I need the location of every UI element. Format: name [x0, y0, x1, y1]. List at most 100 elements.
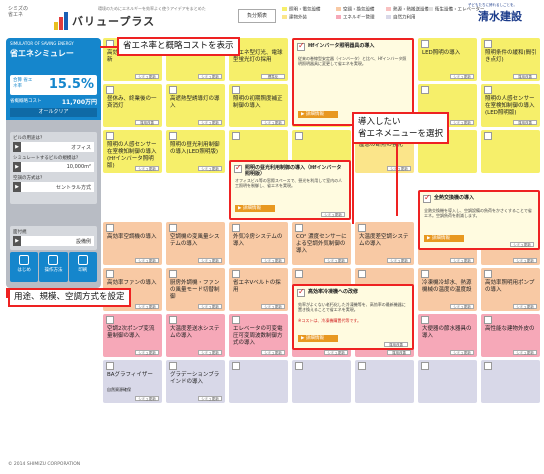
measure-checkbox[interactable]: [295, 132, 303, 140]
detail-info-button[interactable]: ▶ 詳細情報: [298, 111, 338, 118]
measure-checkbox[interactable]: [358, 270, 366, 278]
measure-tile[interactable]: 高効率照明用ポンプの導入 シミュ更新: [481, 268, 540, 311]
measure-tag: シミュ更新: [450, 304, 474, 309]
measure-checkbox[interactable]: [169, 132, 177, 140]
measure-checkbox[interactable]: [484, 362, 492, 370]
measure-tile[interactable]: 大便器の節水器具の導入 シミュ更新: [418, 314, 477, 357]
measure-checkbox[interactable]: [484, 86, 492, 94]
measure-checkbox[interactable]: [106, 316, 114, 324]
measure-label: 高効率ファンの導入: [107, 280, 157, 286]
measure-checkbox[interactable]: [421, 316, 429, 324]
measure-checkbox[interactable]: [106, 86, 114, 94]
callout-pointer: [100, 46, 118, 48]
measure-tile[interactable]: CO² 濃度センサーによる空調外気制御の導入 シミュ更新: [292, 222, 351, 265]
measure-tile-empty[interactable]: [355, 360, 414, 403]
measure-checkbox[interactable]: [484, 40, 492, 48]
measure-tag: シミュ更新: [450, 350, 474, 355]
measure-checkbox[interactable]: [232, 316, 240, 324]
measure-tile[interactable]: 照明条件の緩和(間引き点灯) 運用改善: [481, 38, 540, 81]
detail-info-button[interactable]: ▶ 詳細情報: [235, 205, 275, 212]
measure-detail-card[interactable]: 照明の昼光利用制御の導入（Hfインバータ照明版）オフィスビル等の窓際スペースで、…: [229, 160, 351, 220]
measure-tile[interactable]: 省エネVベルトの採用 シミュ更新: [229, 268, 288, 311]
measure-tile[interactable]: エレベータの可変電圧可変周波数制御方式の導入 シミュ更新: [229, 314, 288, 357]
measure-detail-title: Hfインバータ照明器具の導入: [308, 43, 375, 49]
measure-checkbox[interactable]: [295, 224, 303, 232]
measure-tile[interactable]: 空調機の変風量システムの導入 シミュ更新: [166, 222, 225, 265]
measure-tile-empty[interactable]: [481, 360, 540, 403]
measure-checkbox[interactable]: [295, 362, 303, 370]
legend-label: 負分類表: [238, 9, 276, 23]
measure-tile[interactable]: 昼休み、終業後の一斉消灯 運用改善: [103, 84, 162, 127]
measure-checkbox[interactable]: [358, 224, 366, 232]
legend-item: 建物外装: [282, 15, 307, 22]
measure-tile-empty[interactable]: [229, 360, 288, 403]
measure-checkbox[interactable]: [169, 224, 177, 232]
measure-checkbox[interactable]: [232, 224, 240, 232]
measure-checkbox[interactable]: [232, 270, 240, 278]
measure-checkbox[interactable]: [232, 132, 240, 140]
measure-detail-desc: 従来の巻線型安定器（インバータ）と比べ、Hfインバータ照明照明器具に変更して省エ…: [298, 56, 407, 66]
measure-checkbox[interactable]: [484, 270, 492, 278]
measure-checkbox[interactable]: [106, 270, 114, 278]
measure-label: 照明の昼光利用制御の導入(LED照明版): [170, 142, 220, 155]
measure-checkbox[interactable]: [169, 316, 177, 324]
measure-tile-empty[interactable]: [418, 360, 477, 403]
measure-checkbox[interactable]: [484, 132, 492, 140]
measure-tile[interactable]: グラデーションブラインドの導入 シミュ更新: [166, 360, 225, 403]
brand-logo[interactable]: 清水建設: [478, 8, 522, 24]
start-button[interactable]: はじめ: [10, 252, 39, 282]
all-clear-button[interactable]: オールクリア: [10, 108, 97, 117]
measure-tile[interactable]: 大温度差空調システムの導入 シミュ更新: [355, 222, 414, 265]
header: シミズの 省エネ 環境のためにエネルギーを効率よく使うアイデアをまとめた バリュー…: [0, 0, 544, 38]
measure-tile[interactable]: 高効率空調機の導入 シミュ更新: [103, 222, 162, 265]
measure-checkbox[interactable]: [169, 270, 177, 278]
measure-detail-card[interactable]: 全熱交換機の導入全熱交換機を導入し、空調設備の負荷をかさくすることで省エネ。空調…: [418, 190, 540, 250]
measure-tile[interactable]: 空調2次ポンプ変流量制御の導入 シミュ更新: [103, 314, 162, 357]
measure-checkbox[interactable]: [358, 362, 366, 370]
measure-tile[interactable]: 厨房外調機・ファンの風量モード切替制御 シミュ更新: [166, 268, 225, 311]
measure-checkbox[interactable]: [421, 40, 429, 48]
measure-detail-card[interactable]: 高効率冷凍機への改修効率がよくない老朽化した冷凍機等を、高効率の最新機器に置き換…: [292, 284, 414, 350]
equipment-select[interactable]: ▶ 設備例: [13, 236, 94, 246]
measure-tile[interactable]: 外気冷房システムの導入 シミュ更新: [229, 222, 288, 265]
measure-tag: 運用改善: [384, 342, 408, 347]
measure-checkbox[interactable]: [169, 362, 177, 370]
detail-info-button[interactable]: ▶ 詳細情報: [424, 235, 464, 242]
measure-grid: 高効率変圧器への更新シミュ更新照明器具の高効率化シミュ更新省エネ型灯光、電球型蛍…: [103, 38, 540, 458]
detail-info-button[interactable]: ▶ 詳細情報: [298, 335, 338, 342]
measure-tile[interactable]: 高遮熱型誘導灯の導入 シミュ更新: [166, 84, 225, 127]
measure-tile-empty[interactable]: [481, 130, 540, 173]
print-button[interactable]: 印刷: [68, 252, 97, 282]
measure-checkbox[interactable]: [106, 224, 114, 232]
measure-tile[interactable]: 照明の人感センサー在室検知制御の導入(LED照明版) 運用改善: [481, 84, 540, 127]
measure-checkbox[interactable]: [421, 86, 429, 94]
measure-checkbox[interactable]: [484, 316, 492, 324]
howto-button[interactable]: 操作方法: [39, 252, 68, 282]
measure-tile[interactable]: 照明の初期照度補正制御の導入 シミュ更新: [229, 84, 288, 127]
measure-checkbox[interactable]: [423, 193, 431, 203]
measure-tile[interactable]: 高性能な建物外皮の シミュ更新: [481, 314, 540, 357]
measure-checkbox[interactable]: [106, 132, 114, 140]
measure-checkbox[interactable]: [234, 163, 242, 173]
measure-checkbox[interactable]: [297, 41, 305, 51]
legend-item: エネルギー管理: [336, 15, 375, 22]
measure-tile[interactable]: LED照明の導入 シミュ更新: [418, 38, 477, 81]
usage-select[interactable]: ▶ オフィス: [13, 142, 94, 152]
measure-checkbox[interactable]: [421, 362, 429, 370]
measure-tile[interactable]: 照明の昼光利用制御の導入(LED照明版) シミュ更新: [166, 130, 225, 173]
measure-checkbox[interactable]: [232, 362, 240, 370]
measure-checkbox[interactable]: [232, 86, 240, 94]
measure-tag: シミュ更新: [261, 258, 285, 263]
measure-checkbox[interactable]: [295, 270, 303, 278]
measure-checkbox[interactable]: [297, 287, 305, 297]
measure-tile[interactable]: BAグラフィイザー 自然資源確保 シミュ更新: [103, 360, 162, 403]
measure-tile-empty[interactable]: [292, 360, 351, 403]
measure-tile[interactable]: 冷凍機冷却水、熱源機械の温度の温度設 シミュ更新: [418, 268, 477, 311]
measure-checkbox[interactable]: [106, 362, 114, 370]
measure-tile[interactable]: 照明の人感センサー在室検知制御の導入(Hfインバータ照明版) シミュ更新: [103, 130, 162, 173]
hvac-select[interactable]: ▶ セントラル方式: [13, 182, 94, 192]
measure-tile[interactable]: 大温度差送水システムの導入 シミュ更新: [166, 314, 225, 357]
measure-checkbox[interactable]: [169, 86, 177, 94]
measure-checkbox[interactable]: [421, 270, 429, 278]
scale-select[interactable]: ▶ 10,000m²: [13, 162, 94, 172]
